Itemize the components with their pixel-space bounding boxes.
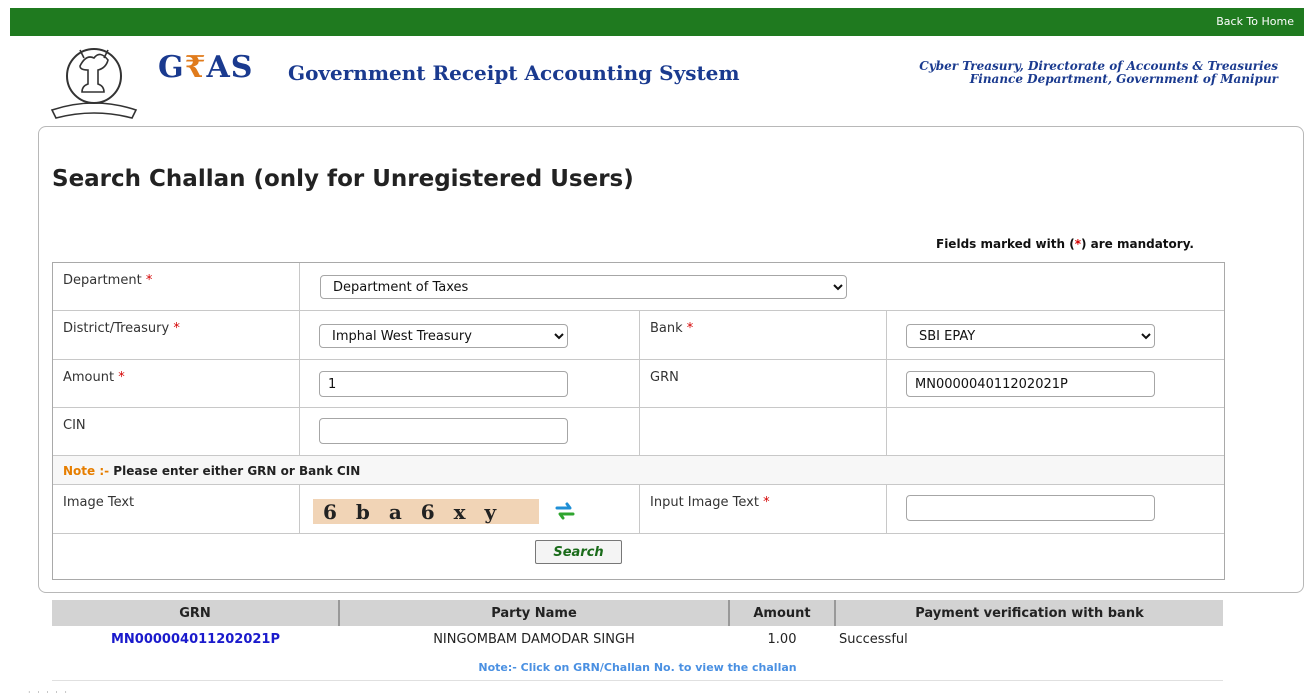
gras-logo: G₹AS bbox=[158, 50, 254, 85]
captcha-input[interactable] bbox=[906, 495, 1155, 521]
captcha-row: Image Text 6 b a 6 x y Input Image Text … bbox=[53, 485, 1224, 534]
department-info: Cyber Treasury, Directorate of Accounts … bbox=[919, 59, 1278, 86]
cin-input[interactable] bbox=[319, 418, 568, 444]
bank-select[interactable]: SBI EPAY bbox=[906, 324, 1155, 348]
search-form: Department * Department of Taxes Distric… bbox=[52, 262, 1225, 580]
results-note: Note:- Click on GRN/Challan No. to view … bbox=[478, 661, 797, 674]
party-name-cell: NINGOMBAM DAMODAR SINGH bbox=[433, 631, 635, 647]
cin-label: CIN bbox=[63, 418, 86, 433]
amount-grn-row: Amount * GRN bbox=[53, 360, 1224, 408]
amount-input[interactable] bbox=[319, 371, 568, 397]
grn-column-header: GRN bbox=[52, 600, 340, 626]
cin-row: CIN bbox=[53, 408, 1224, 456]
amount-cell: 1.00 bbox=[767, 631, 797, 647]
amount-label: Amount * bbox=[63, 370, 125, 385]
refresh-icon[interactable] bbox=[553, 499, 577, 523]
app-title: Government Receipt Accounting System bbox=[288, 61, 740, 85]
payment-verification-column-header: Payment verification with bank bbox=[835, 600, 1223, 626]
input-image-text-label: Input Image Text * bbox=[650, 495, 770, 510]
grn-label: GRN bbox=[650, 370, 679, 385]
search-row: Search bbox=[53, 534, 1224, 580]
bank-label: Bank * bbox=[650, 321, 694, 336]
results-header-row: GRN Party Name Amount Payment verificati… bbox=[52, 600, 1223, 626]
district-bank-row: District/Treasury * Imphal West Treasury… bbox=[53, 311, 1224, 360]
page-title: Search Challan (only for Unregistered Us… bbox=[52, 166, 634, 192]
grn-link[interactable]: MN000004011202021P bbox=[111, 632, 280, 647]
grn-input[interactable] bbox=[906, 371, 1155, 397]
search-button[interactable]: Search bbox=[535, 540, 622, 564]
status-cell: Successful bbox=[839, 631, 908, 647]
footer-dots: · · · · · bbox=[28, 688, 69, 697]
party-name-column-header: Party Name bbox=[339, 600, 730, 626]
district-label: District/Treasury * bbox=[63, 321, 180, 336]
image-text-label: Image Text bbox=[63, 495, 135, 510]
grn-cin-note: Note :- Please enter either GRN or Bank … bbox=[63, 464, 361, 478]
department-select[interactable]: Department of Taxes bbox=[320, 275, 847, 299]
district-select[interactable]: Imphal West Treasury bbox=[319, 324, 568, 348]
amount-column-header: Amount bbox=[729, 600, 836, 626]
top-bar: Back To Home bbox=[10, 8, 1304, 36]
note-row: Note :- Please enter either GRN or Bank … bbox=[53, 456, 1224, 485]
results-table: GRN Party Name Amount Payment verificati… bbox=[52, 600, 1223, 652]
captcha-image: 6 b a 6 x y bbox=[313, 499, 539, 524]
kangla-sha-emblem-icon bbox=[50, 48, 138, 119]
table-row: MN000004011202021P NINGOMBAM DAMODAR SIN… bbox=[52, 626, 1223, 652]
mandatory-note: Fields marked with (*) are mandatory. bbox=[936, 237, 1194, 251]
department-row: Department * Department of Taxes bbox=[53, 263, 1224, 311]
back-to-home-link[interactable]: Back To Home bbox=[1216, 15, 1294, 28]
department-label: Department * bbox=[63, 273, 153, 288]
divider bbox=[52, 680, 1223, 681]
